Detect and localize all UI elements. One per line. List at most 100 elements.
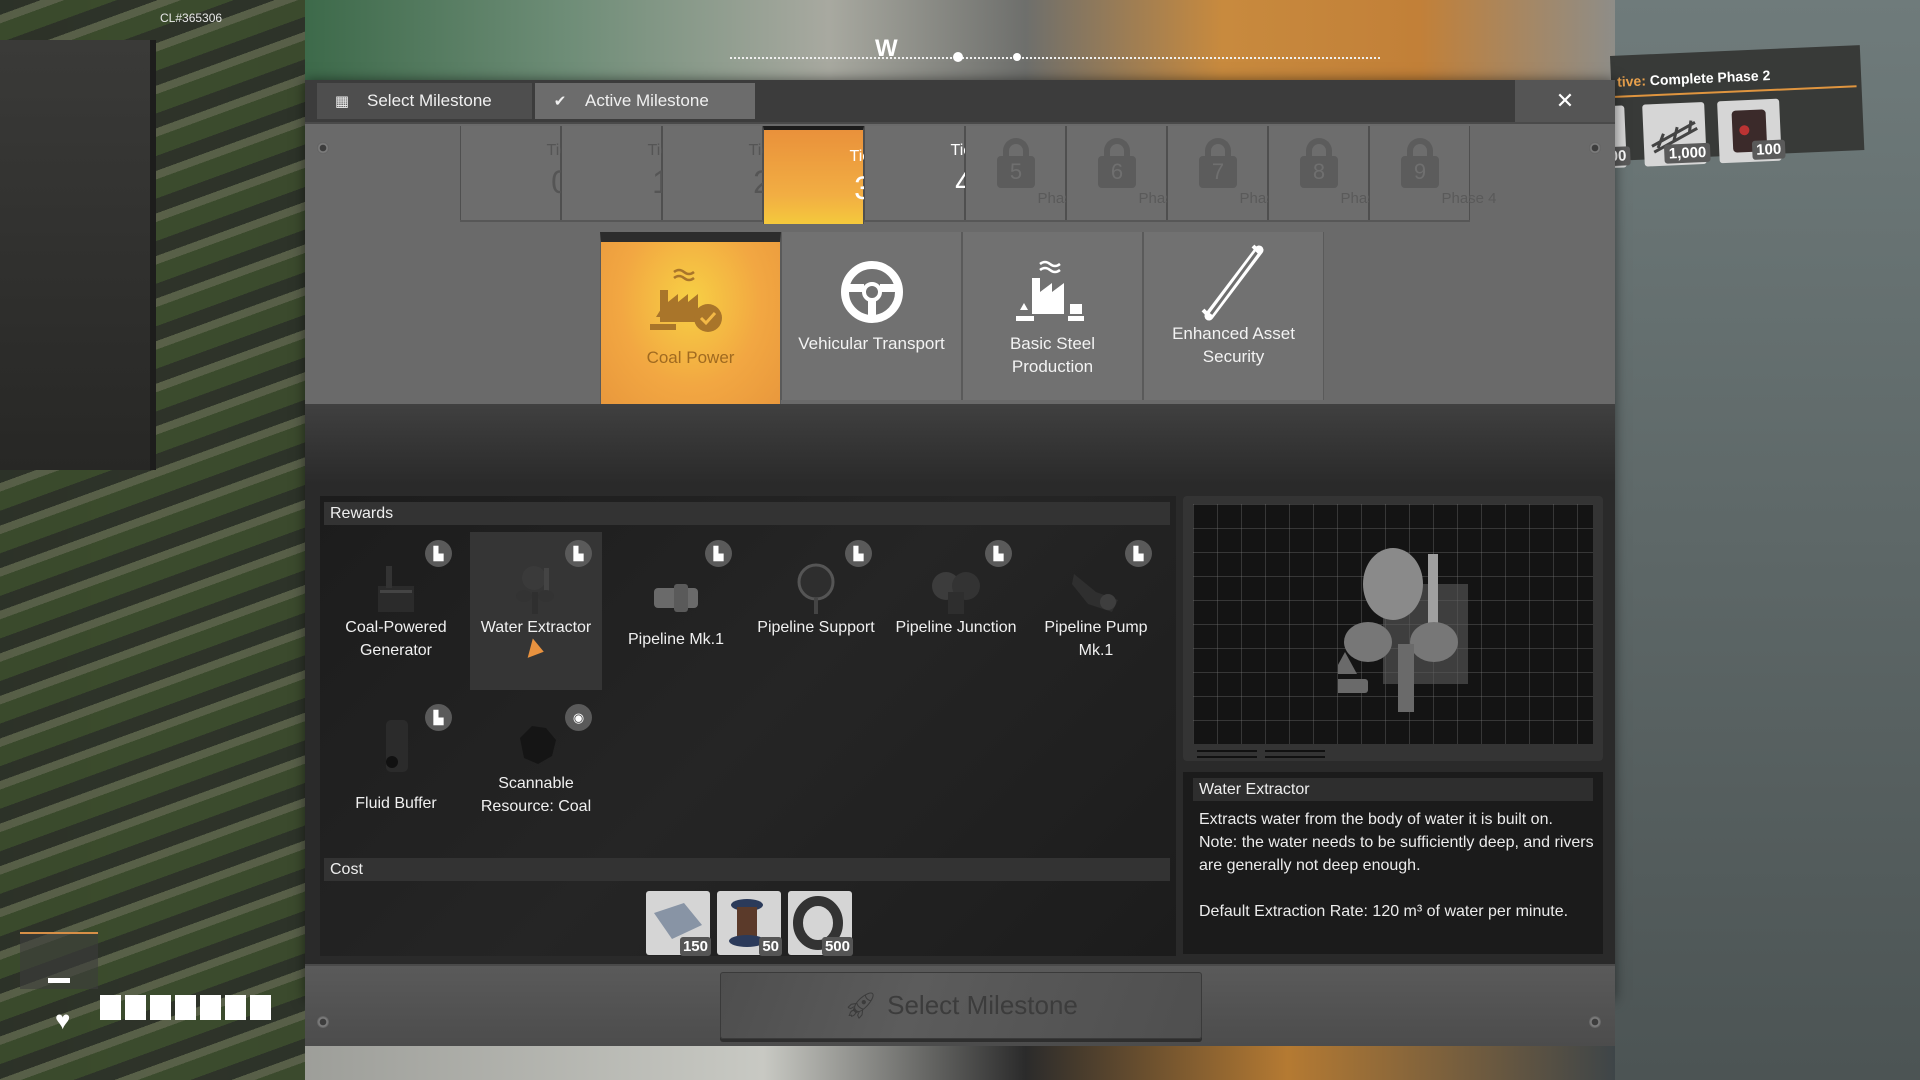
rivet-decoration	[1589, 142, 1601, 154]
tier-3-tab[interactable]: Tier 3	[763, 126, 876, 224]
close-button[interactable]: ✕	[1515, 80, 1615, 122]
reward-item[interactable]: ▙ Coal-Powered Generator	[330, 532, 462, 690]
tab-select-milestone[interactable]: ▦ Select Milestone	[317, 83, 532, 119]
tier-5-tab-locked[interactable]: 5 Phase 2	[965, 126, 1093, 220]
fluid-buffer-thumbnail	[386, 720, 408, 772]
health-cell	[100, 995, 121, 1020]
milestone-enhanced-asset-security[interactable]: Enhanced Asset Security	[1143, 232, 1324, 400]
pipeline-support-thumbnail	[797, 563, 835, 614]
compass-track	[730, 57, 1380, 59]
water-extractor-model	[1338, 548, 1468, 712]
rivet-decoration	[317, 142, 329, 154]
rocket-icon: 🚀︎	[844, 990, 878, 1020]
cost-item-reinforced-iron-plate: 150	[646, 891, 711, 956]
build-id: CL#365306	[160, 11, 223, 25]
milestone-row-shadow	[305, 404, 1615, 484]
water-extractor-thumbnail	[516, 566, 554, 614]
compass-marker	[1013, 53, 1021, 61]
milestone-vehicular-transport[interactable]: Vehicular Transport	[781, 232, 962, 400]
select-milestone-button[interactable]: 🚀︎ Select Milestone	[720, 972, 1202, 1039]
milestone-list: Coal Power Vehicular Transport Basic Ste…	[600, 232, 1324, 410]
factory-icon: ▙	[985, 540, 1012, 567]
reward-name: Pipeline Support	[757, 619, 875, 636]
lock-icon: 9	[1401, 138, 1439, 188]
reward-name: Pipeline Mk.1	[627, 631, 725, 648]
reward-name: Scannable Resource: Coal	[480, 775, 592, 815]
tier-8-tab-locked[interactable]: 8 Phase 3	[1268, 126, 1396, 220]
rivet-decoration	[1589, 1016, 1601, 1028]
cost-count: 150	[679, 937, 711, 956]
reward-item[interactable]: ▙ Pipeline Junction	[890, 532, 1022, 690]
reward-item[interactable]: ▙ Fluid Buffer	[330, 696, 462, 854]
milestone-label: Enhanced Asset Security	[1172, 324, 1295, 366]
coal-power-icon	[601, 262, 780, 342]
item-preview	[1183, 496, 1603, 761]
panel-footer: 🚀︎ Select Milestone	[305, 966, 1615, 1046]
tier-7-tab-locked[interactable]: 7 Phase 3	[1167, 126, 1295, 220]
objective-item: 1,000	[1642, 101, 1711, 167]
item-description-text: Extracts water from the body of water it…	[1199, 811, 1594, 920]
preview-page-indicator[interactable]	[1197, 750, 1257, 758]
scene-wall-block	[0, 40, 156, 470]
milestone-selector: Tier 0 Tier 1 Tier 2 Tier 3 Tier 4 5 Phase 2 6…	[305, 124, 1615, 484]
preview-page-indicator[interactable]	[1265, 750, 1325, 758]
item-description-title: Water Extractor	[1193, 778, 1593, 801]
factory-icon: ▙	[565, 540, 592, 567]
rewards-and-cost-box: Rewards ▙ Coal-Powered Generator ▙ Water…	[320, 496, 1176, 956]
tab-bar: ▦ Select Milestone ✔ Active Milestone ✕	[305, 80, 1615, 122]
tier-number: 6	[1098, 156, 1136, 188]
tier-6-tab-locked[interactable]: 6 Phase 2	[1066, 126, 1194, 220]
objective-panel: tive: Complete Phase 2 00 1,000 100	[1602, 45, 1865, 169]
tab-active-milestone[interactable]: ✔ Active Milestone	[535, 83, 755, 119]
tier-0-tab[interactable]: Tier 0	[460, 126, 573, 220]
pipeline-thumbnail	[654, 584, 698, 612]
cost-count: 500	[821, 937, 853, 956]
compass-marker	[953, 52, 963, 62]
reward-item[interactable]: ▙ Pipeline Mk.1	[610, 532, 742, 690]
health-cell	[175, 995, 196, 1020]
reward-item[interactable]: ▙ Pipeline Support	[750, 532, 882, 690]
cost-item-rotor: 50	[717, 891, 782, 956]
milestone-label: Coal Power	[646, 348, 735, 367]
scanner-icon: ◉	[565, 704, 592, 731]
tier-number: 7	[1199, 156, 1237, 188]
cost-count: 50	[759, 937, 782, 956]
tier-number: 9	[1401, 156, 1439, 188]
tool-ammo-bar	[48, 978, 70, 983]
factory-icon	[963, 252, 1142, 332]
lock-icon: 5	[997, 138, 1035, 188]
reward-item-selected[interactable]: ▙ Water Extractor	[470, 532, 602, 690]
health-cell	[150, 995, 171, 1020]
tier-2-tab[interactable]: Tier 2	[662, 126, 775, 220]
objective-label: tive:	[1616, 72, 1647, 90]
milestone-coal-power[interactable]: Coal Power	[600, 232, 781, 410]
rewards-heading: Rewards	[324, 502, 1170, 525]
objective-item-count: 1,000	[1664, 142, 1711, 164]
milestone-basic-steel-production[interactable]: Basic Steel Production	[962, 232, 1143, 400]
health-cell	[225, 995, 246, 1020]
tier-9-tab-locked[interactable]: 9 Phase 4	[1369, 126, 1497, 220]
reward-name: Fluid Buffer	[355, 795, 437, 812]
compass: W	[730, 35, 1380, 81]
tier-phase-requirement: Phase 4	[1441, 190, 1497, 207]
factory-icon: ▙	[425, 704, 452, 731]
health-cell	[250, 995, 271, 1020]
tier-4-tab[interactable]: Tier 4	[864, 126, 977, 220]
hub-milestone-panel: ▦ Select Milestone ✔ Active Milestone ✕ …	[305, 80, 1615, 1046]
cost-heading: Cost	[324, 858, 1170, 881]
tier-number: 5	[997, 156, 1035, 188]
health-cell	[200, 995, 221, 1020]
tier-1-tab[interactable]: Tier 1	[561, 126, 674, 220]
milestone-label: Vehicular Transport	[798, 334, 945, 353]
milestone-label: Basic Steel Production	[1009, 334, 1096, 376]
lock-icon: 7	[1199, 138, 1237, 188]
tier-selector: Tier 0 Tier 1 Tier 2 Tier 3 Tier 4 5 Phase 2 6…	[460, 126, 1497, 224]
tab-label: Active Milestone	[585, 91, 709, 110]
reward-name: Water Extractor	[480, 619, 592, 636]
pipeline-pump-thumbnail	[1072, 574, 1118, 612]
reward-item[interactable]: ◉ Scannable Resource: Coal	[470, 696, 602, 854]
rebar-gun-icon	[1144, 244, 1323, 324]
checkmark-icon: ✔	[553, 93, 567, 110]
compass-heading: W	[875, 35, 898, 62]
reward-item[interactable]: ▙ Pipeline Pump Mk.1	[1030, 532, 1162, 690]
